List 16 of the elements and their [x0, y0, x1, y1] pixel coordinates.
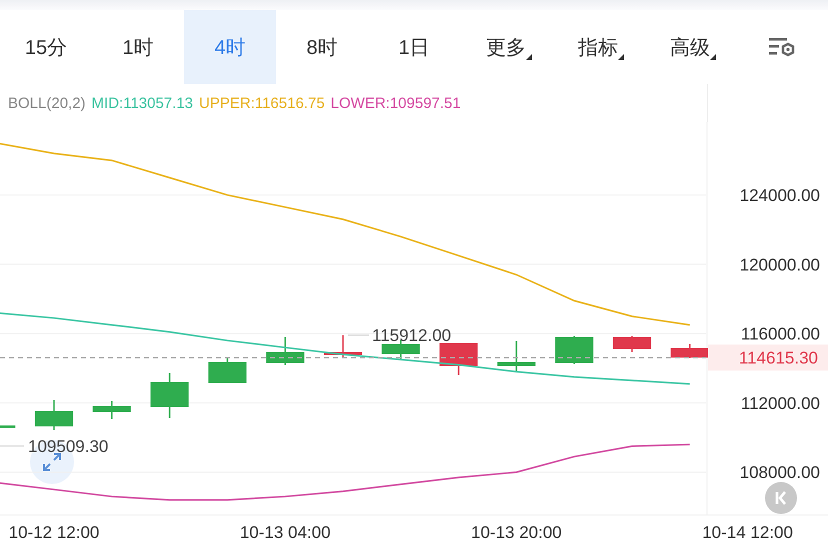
price-axis-label: 116000.00 [740, 324, 820, 344]
price-axis-label: 112000.00 [740, 394, 820, 413]
time-axis-label: 10-14 12:00 [702, 523, 793, 542]
time-axis-label: 10-13 20:00 [471, 523, 562, 542]
indicator-name: BOLL(20,2) [8, 94, 86, 112]
low-price-label: 109509.30 [28, 437, 108, 456]
indicator-value: UPPER:116516.75 [199, 94, 325, 112]
high-price-label: 115912.00 [372, 326, 452, 346]
price-axis-label: 120000.00 [740, 255, 820, 274]
indicator-value: MID:113057.13 [92, 94, 194, 112]
time-axis-label: 10-13 04:00 [240, 523, 331, 542]
indicator-value: LOWER:109597.51 [330, 94, 461, 112]
price-axis-label: 124000.00 [740, 186, 820, 205]
price-axis-label: 108000.00 [740, 463, 820, 482]
time-axis-label: 10-12 12:00 [8, 523, 100, 542]
current-price-label: 114615.30 [738, 348, 818, 368]
